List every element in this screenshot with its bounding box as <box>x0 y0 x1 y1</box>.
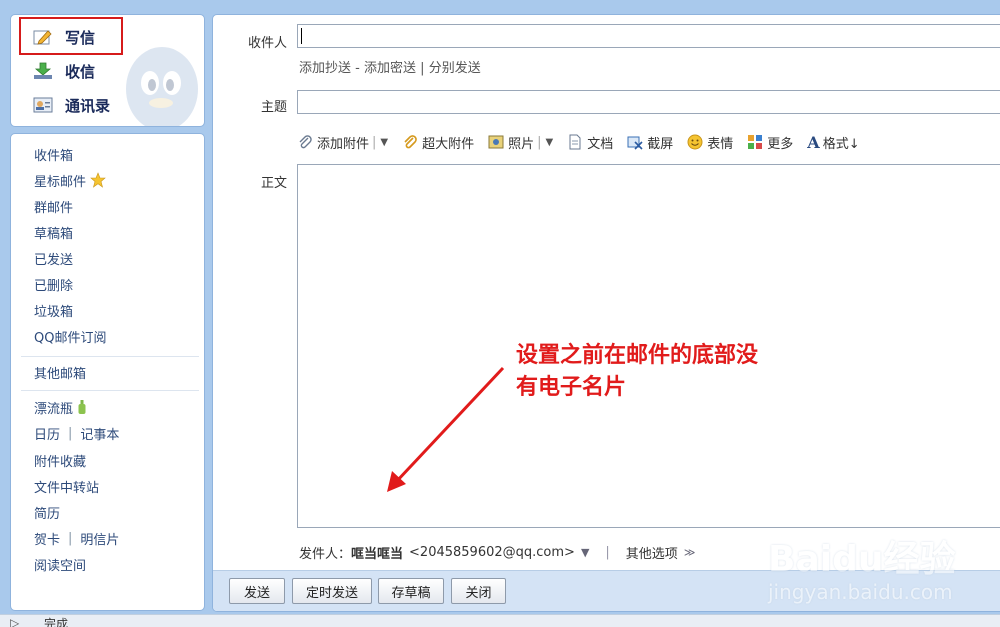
baidu-watermark: Baidu经验 jingyan.baidu.com <box>768 520 968 610</box>
status-text: 完成 <box>44 617 69 627</box>
browser-status-bar: ▷ 完成 <box>0 614 1000 627</box>
watermark-main-text: Baidu经验 <box>768 539 956 580</box>
watermark-url-text: jingyan.baidu.com <box>768 580 953 604</box>
page-status-icon: ▷ <box>10 616 20 627</box>
